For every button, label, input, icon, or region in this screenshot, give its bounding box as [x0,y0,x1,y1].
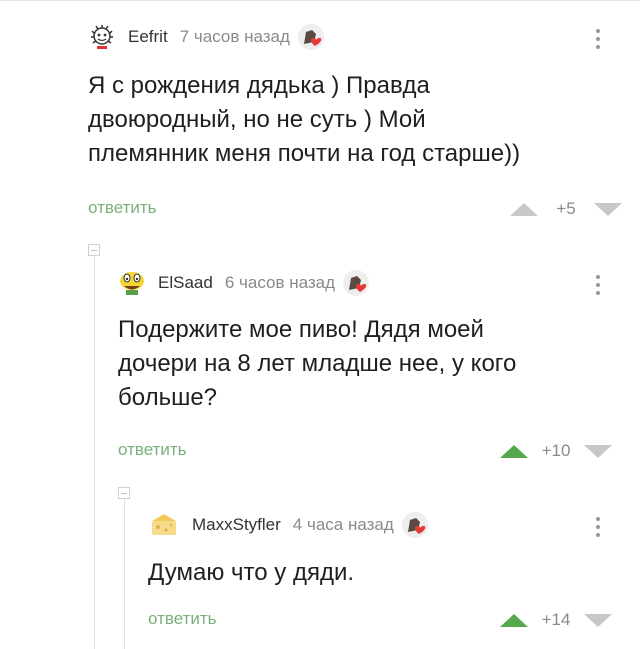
comment-3: MaxxStyfler 4 часа назад Думаю что у дяд… [148,510,628,640]
comment-header: Eefrit 7 часов назад [88,22,326,52]
heart-badge-icon [401,512,428,538]
comment-text-line: Подержите мое пиво! Дядя моей [118,316,484,343]
comment-author[interactable]: MaxxStyfler [192,515,281,535]
comment-text-line: дочери на 8 лет младше нее, у кого [118,350,517,377]
more-vertical-icon[interactable] [588,270,608,300]
vote-controls: +10 [500,441,612,461]
more-vertical-icon[interactable] [588,24,608,54]
comment-time[interactable]: 7 часов назад [180,27,290,47]
avatar-icon[interactable] [88,23,116,51]
downvote-arrow-icon[interactable] [584,444,612,458]
comment-header: ElSaad 6 часов назад [118,268,371,298]
vote-controls: +14 [500,610,612,630]
comment-1: Eefrit 7 часов назад Я с рождения дядька… [88,22,628,222]
comment-text-line: племянник меня почти на год старше)) [88,140,521,167]
downvote-arrow-icon[interactable] [594,202,622,216]
more-vertical-icon[interactable] [588,512,608,542]
upvote-arrow-icon[interactable] [500,613,528,627]
reply-link[interactable]: ответить [148,609,217,629]
comment-time[interactable]: 4 часа назад [293,515,394,535]
upvote-arrow-icon[interactable] [510,202,538,216]
comment-text-line: больше? [118,384,218,411]
reply-link[interactable]: ответить [88,198,157,218]
comment-text-line: двоюродный, но не суть ) Мой [88,106,426,133]
comment-2: ElSaad 6 часов назад Подержите мое пиво!… [118,268,628,468]
collapse-thread-button[interactable] [118,487,130,499]
thread-line [94,256,95,649]
comment-score: +10 [541,441,571,460]
top-divider [0,0,640,1]
comment-header: MaxxStyfler 4 часа назад [148,510,430,540]
comment-text: Я с рождения дядька ) Правда двоюродный,… [88,69,618,171]
downvote-arrow-icon[interactable] [584,613,612,627]
heart-badge-icon [343,270,370,296]
comment-score: +5 [556,199,576,218]
comment-time[interactable]: 6 часов назад [225,273,335,293]
comment-text-line: Я с рождения дядька ) Правда [88,72,430,99]
upvote-arrow-icon[interactable] [500,444,528,458]
comment-text: Думаю что у дяди. [148,556,618,590]
avatar-icon[interactable] [118,269,146,297]
heart-badge-icon [297,24,324,50]
comment-text: Подержите мое пиво! Дядя моей дочери на … [118,313,618,415]
vote-controls: +5 [510,199,622,219]
comment-author[interactable]: ElSaad [158,273,213,293]
comment-author[interactable]: Eefrit [128,27,168,47]
collapse-thread-button[interactable] [88,244,100,256]
thread-line [124,499,125,649]
comment-text-line: Думаю что у дяди. [148,559,355,586]
avatar-icon[interactable] [148,511,180,539]
reply-link[interactable]: ответить [118,440,187,460]
comment-score: +14 [541,610,571,629]
